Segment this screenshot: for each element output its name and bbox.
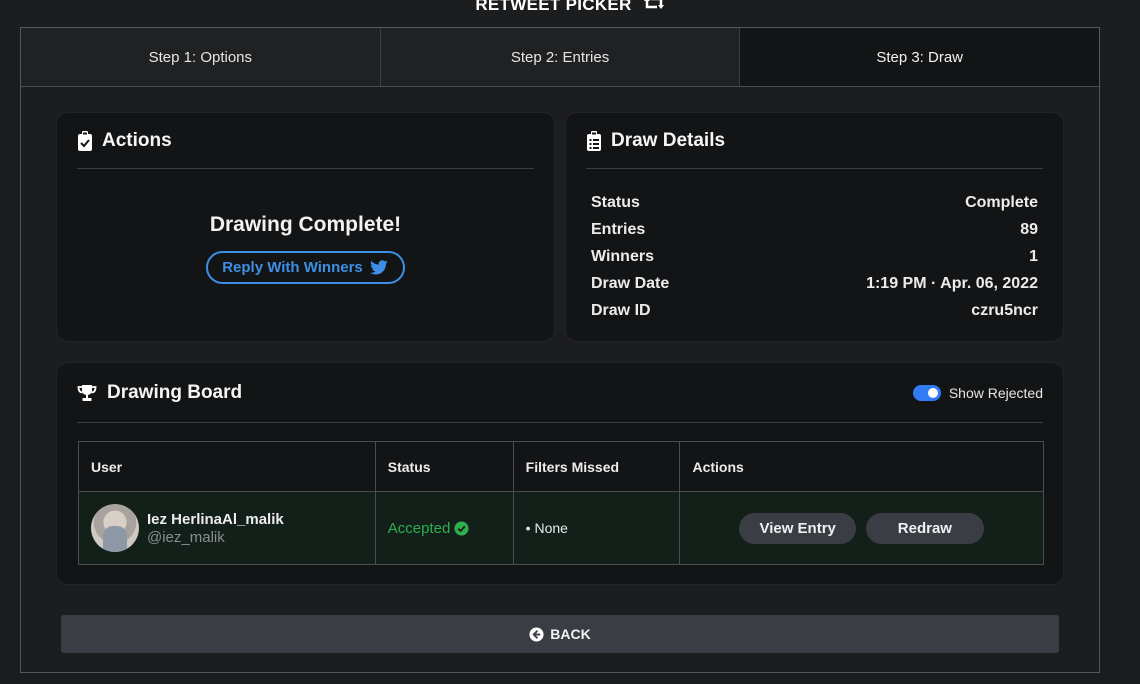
details-list: Status Complete Entries 89 Winners 1 Dra… [566,169,1063,324]
twitter-bird-icon [369,259,389,276]
check-circle-icon [454,520,469,536]
table-header-row: User Status Filters Missed Actions [78,441,1044,492]
back-button[interactable]: BACK [61,615,1059,653]
entries-table: User Status Filters Missed Actions Iez H… [78,441,1044,565]
show-rejected-toggle[interactable] [912,384,941,401]
clipboard-list-icon [586,130,602,151]
draw-details-header: Draw Details [586,113,1043,169]
column-header-status: Status [374,441,514,492]
detail-label: Draw ID [591,301,651,319]
drawing-board-title: Drawing Board [77,382,242,404]
detail-label: Status [591,193,640,211]
draw-details-card: Draw Details Status Complete Entries 89 … [565,112,1064,342]
detail-value: 1 [1029,247,1038,265]
detail-label: Winners [591,247,654,265]
back-label: BACK [550,626,591,642]
tab-step-2[interactable]: Step 2: Entries [380,28,741,86]
view-entry-button[interactable]: View Entry [739,512,856,544]
trophy-icon [77,384,97,402]
detail-value: czru5ncr [971,301,1038,319]
detail-value: 1:19 PM · Apr. 06, 2022 [866,274,1038,292]
drawing-board-card: Drawing Board Show Rejected User Status … [56,362,1064,585]
detail-value: 89 [1020,220,1038,238]
avatar [91,504,139,552]
drawing-board-title-text: Drawing Board [107,381,243,403]
show-rejected-toggle-wrap: Show Rejected [912,384,1043,401]
draw-details-title: Draw Details [611,129,726,151]
main-frame: Step 1: Options Step 2: Entries Step 3: … [20,27,1100,673]
detail-row-draw-id: Draw ID czru5ncr [591,297,1038,324]
redraw-button[interactable]: Redraw [865,512,984,544]
detail-row-draw-date: Draw Date 1:19 PM · Apr. 06, 2022 [591,270,1038,297]
user-name: Iez HerlinaAl_malik [147,510,284,528]
tab-step-1[interactable]: Step 1: Options [21,28,381,86]
actions-header: Actions [77,113,534,169]
tab-label: Step 2: Entries [510,48,610,66]
detail-value: Complete [965,193,1038,211]
table-row: Iez HerlinaAl_malik @iez_malik Accepted [78,491,1044,565]
actions-title: Actions [102,129,172,151]
column-header-actions: Actions [679,441,1044,492]
reply-label: Reply With Winners [222,259,363,276]
status-cell: Accepted [374,491,514,565]
tab-step-3[interactable]: Step 3: Draw [740,28,1100,86]
filters-missed-cell: • None [512,491,681,565]
column-header-filters-missed: Filters Missed [512,441,681,492]
status-text: Accepted [387,519,451,537]
clipboard-check-icon [77,130,93,151]
user-cell: Iez HerlinaAl_malik @iez_malik [78,491,376,565]
actions-card: Actions Drawing Complete! Reply With Win… [56,112,555,342]
detail-label: Draw Date [591,274,670,292]
tab-label: Step 3: Draw [876,48,964,66]
detail-label: Entries [591,220,646,238]
step-tabs: Step 1: Options Step 2: Entries Step 3: … [21,28,1100,87]
app-title: RETWEET PICKER [0,0,1140,17]
reply-with-winners-button[interactable]: Reply With Winners [206,251,405,284]
app-title-text: RETWEET PICKER [475,0,632,14]
retweet-icon [643,0,665,17]
detail-row-status: Status Complete [591,189,1038,216]
drawing-complete-message: Drawing Complete! [209,213,402,236]
column-header-user: User [78,441,376,492]
detail-row-winners: Winners 1 [591,243,1038,270]
drawing-board-header: Drawing Board Show Rejected [77,363,1043,423]
circle-arrow-left-icon [529,626,544,642]
user-handle: @iez_malik [147,528,225,546]
detail-row-entries: Entries 89 [591,216,1038,243]
row-actions-cell: View Entry Redraw [679,491,1044,565]
status-badge: Accepted [388,520,470,537]
tab-label: Step 1: Options [148,48,253,66]
show-rejected-label: Show Rejected [948,384,1043,401]
